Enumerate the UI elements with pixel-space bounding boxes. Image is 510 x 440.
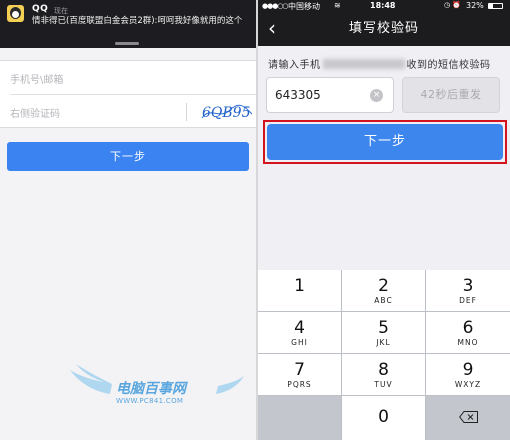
right-next-step-button[interactable]: 下一步 (267, 124, 503, 160)
key-9[interactable]: 9 WXYZ (426, 354, 510, 395)
left-screen: QQ 现在 情非得已(百度联盟白金会员2群):呵呵我好像就用的这个 手机号\邮箱… (0, 0, 256, 440)
key-0[interactable]: 0 (342, 396, 425, 440)
captcha-separator (186, 103, 187, 121)
phone-email-field[interactable]: 手机号\邮箱 (10, 61, 256, 95)
captcha-image[interactable]: 6QB95 (200, 102, 254, 122)
instruction-prefix: 请输入手机 (268, 60, 321, 71)
key-2[interactable]: 2 ABC (342, 270, 425, 311)
notification-time: 现在 (54, 7, 68, 15)
battery-icon (488, 3, 503, 9)
watermark-url: WWW.PC841.COM (116, 397, 184, 405)
clock: 18:48 (370, 1, 396, 10)
key-4[interactable]: 4 GHI (258, 312, 341, 353)
backspace-icon (459, 411, 478, 423)
qq-notification-banner[interactable]: QQ 现在 情非得已(百度联盟白金会员2群):呵呵我好像就用的这个 (0, 0, 256, 48)
key-6[interactable]: 6 MNO (426, 312, 510, 353)
status-bar: ●●●○○ 中国移动 ≋ 18:48 ◷ ⏰ 32% (258, 0, 510, 12)
sms-instruction: 请输入手机 收到的短信校验码 (268, 56, 491, 71)
phone-email-placeholder: 手机号\邮箱 (10, 75, 64, 86)
delete-key[interactable] (426, 396, 510, 440)
notification-app-name: QQ (32, 4, 49, 14)
back-chevron-icon[interactable]: ‹ (268, 14, 290, 42)
instruction-suffix: 收到的短信校验码 (406, 60, 491, 71)
login-form: 手机号\邮箱 右侧验证码 6QB95 (0, 60, 256, 128)
wifi-icon: ≋ (334, 1, 341, 10)
right-screen: ●●●○○ 中国移动 ≋ 18:48 ◷ ⏰ 32% 填写校验码 ‹ 请输入手机… (258, 0, 510, 440)
resend-countdown-button[interactable]: 42秒后重发 (402, 77, 500, 113)
page-title: 填写校验码 (348, 21, 419, 36)
verification-code-value: 643305 (275, 88, 321, 102)
alarm-icon: ◷ ⏰ (444, 1, 462, 9)
numeric-keypad: 1 2 ABC 3 DEF 4 GHI 5 JKL 6 MNO 7 PQRS 8… (258, 270, 510, 440)
signal-strength-icon: ●●●○○ (262, 2, 289, 10)
screenshot-root: QQ 现在 情非得已(百度联盟白金会员2群):呵呵我好像就用的这个 手机号\邮箱… (0, 0, 510, 440)
key-1[interactable]: 1 (258, 270, 341, 311)
key-3[interactable]: 3 DEF (426, 270, 510, 311)
key-8[interactable]: 8 TUV (342, 354, 425, 395)
key-5[interactable]: 5 JKL (342, 312, 425, 353)
navigation-bar: 填写校验码 ‹ (258, 12, 510, 46)
captcha-field[interactable]: 右侧验证码 6QB95 (10, 95, 256, 129)
notification-message: 情非得已(百度联盟白金会员2群):呵呵我好像就用的这个 (32, 16, 243, 26)
notification-drag-handle[interactable] (115, 42, 139, 45)
key-7[interactable]: 7 PQRS (258, 354, 341, 395)
clear-input-icon[interactable]: × (370, 89, 383, 102)
watermark-title: 电脑百事网 (116, 381, 186, 397)
watermark-logo: 电脑百事网 WWW.PC841.COM (66, 364, 246, 420)
left-next-step-button[interactable]: 下一步 (7, 142, 249, 171)
svg-text:6QB95: 6QB95 (202, 105, 251, 121)
verification-code-input[interactable]: 643305 × (266, 77, 394, 113)
qq-penguin-icon (7, 5, 24, 22)
key-blank (258, 396, 341, 440)
masked-phone-number (322, 58, 405, 69)
battery-percent: 32% (466, 1, 484, 10)
carrier-label: 中国移动 (288, 2, 320, 11)
captcha-placeholder: 右侧验证码 (10, 109, 60, 120)
